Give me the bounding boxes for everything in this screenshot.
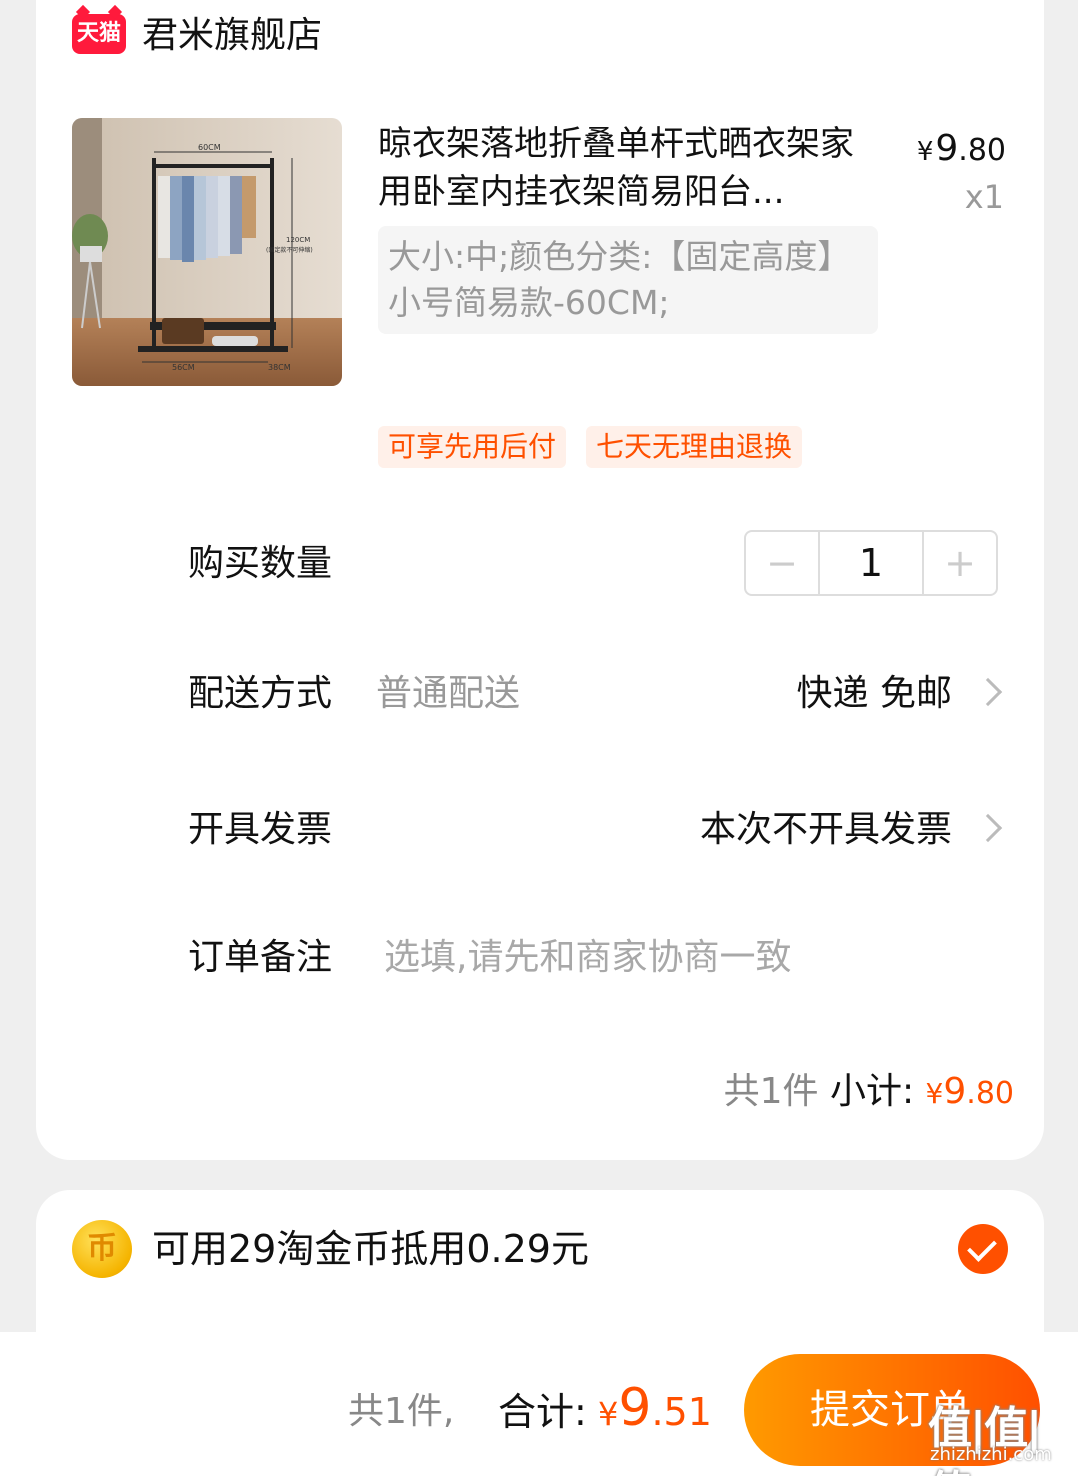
- checkout-bar: 共1件, 合计: ¥9.51 提交订单: [0, 1332, 1078, 1476]
- quantity-stepper: − 1 +: [744, 530, 998, 596]
- return-policy-tag: 七天无理由退换: [586, 426, 803, 468]
- rack-depth-label: 38CM: [268, 363, 291, 372]
- total-integer: 9: [618, 1378, 652, 1438]
- order-note-label: 订单备注: [188, 937, 333, 978]
- rack-height-label: 120CM: [286, 236, 310, 244]
- gold-coin-icon: [72, 1220, 132, 1278]
- sku-selector[interactable]: 大小:中;颜色分类:【固定高度】小号简易款-60CM;: [378, 226, 878, 334]
- product-title[interactable]: 晾衣架落地折叠单杆式晒衣架家用卧室内挂衣架简易阳台...: [378, 120, 858, 216]
- quantity-value[interactable]: 1: [818, 532, 924, 594]
- product-price: ¥9.80: [917, 128, 1006, 169]
- total-count: 共1件,: [348, 1391, 455, 1432]
- rack-width-label: 60CM: [198, 143, 221, 152]
- price-decimal: .80: [958, 133, 1006, 168]
- price-currency: ¥: [916, 137, 934, 167]
- decrease-button[interactable]: −: [746, 532, 818, 594]
- coin-discount-card: 可用29淘金币抵用0.29元: [36, 1190, 1044, 1350]
- total-label: 合计:: [498, 1390, 587, 1434]
- invoice-label: 开具发票: [188, 809, 333, 850]
- coin-discount-text: 可用29淘金币抵用0.29元: [152, 1227, 589, 1271]
- shop-order-card: 天猫 君米旗舰店 60CM 120CM (固定款不可伸缩) 56CM 38CM …: [36, 0, 1044, 1160]
- price-integer: 9: [935, 128, 959, 169]
- rack-height-note: (固定款不可伸缩): [266, 246, 313, 254]
- tmall-logo-icon: 天猫: [72, 14, 126, 54]
- invoice-value: 本次不开具发票: [699, 809, 952, 850]
- order-note-input[interactable]: 选填,请先和商家协商一致: [384, 934, 791, 982]
- subtotal-count: 共1件: [723, 1071, 819, 1112]
- chevron-right-icon: [973, 813, 1003, 843]
- chevron-right-icon: [973, 677, 1003, 707]
- increase-button[interactable]: +: [924, 532, 996, 594]
- total-amount: ¥9.51: [598, 1378, 712, 1450]
- coin-checkbox[interactable]: [958, 1224, 1008, 1274]
- subtotal-label: 小计:: [829, 1071, 915, 1112]
- total-decimal: .51: [651, 1390, 712, 1434]
- rack-bottom-label: 56CM: [172, 363, 195, 372]
- total-currency: ¥: [598, 1395, 619, 1433]
- product-image[interactable]: 60CM 120CM (固定款不可伸缩) 56CM 38CM: [72, 118, 342, 386]
- delivery-option: 普通配送: [376, 673, 521, 714]
- subtotal-amount: ¥9.80: [926, 1071, 1014, 1112]
- subtotal-integer: 9: [943, 1071, 967, 1112]
- watermark-url: zhizhizhi.com: [930, 1444, 1052, 1465]
- subtotal-currency: ¥: [925, 1077, 944, 1110]
- shop-name[interactable]: 君米旗舰店: [142, 12, 322, 60]
- delivery-label: 配送方式: [188, 673, 333, 714]
- delivery-value: 快递 免邮: [796, 673, 952, 714]
- site-watermark: 值|值|值 zhizhizhi.com: [928, 1392, 1070, 1476]
- quantity-label: 购买数量: [188, 543, 333, 584]
- subtotal-decimal: .80: [966, 1076, 1014, 1111]
- clothes-rack-image: 60CM 120CM (固定款不可伸缩) 56CM 38CM: [72, 118, 342, 386]
- product-quantity: x1: [964, 178, 1004, 216]
- subtotal: 共1件 小计: ¥9.80: [724, 1068, 1014, 1118]
- pay-later-tag: 可享先用后付: [378, 426, 567, 468]
